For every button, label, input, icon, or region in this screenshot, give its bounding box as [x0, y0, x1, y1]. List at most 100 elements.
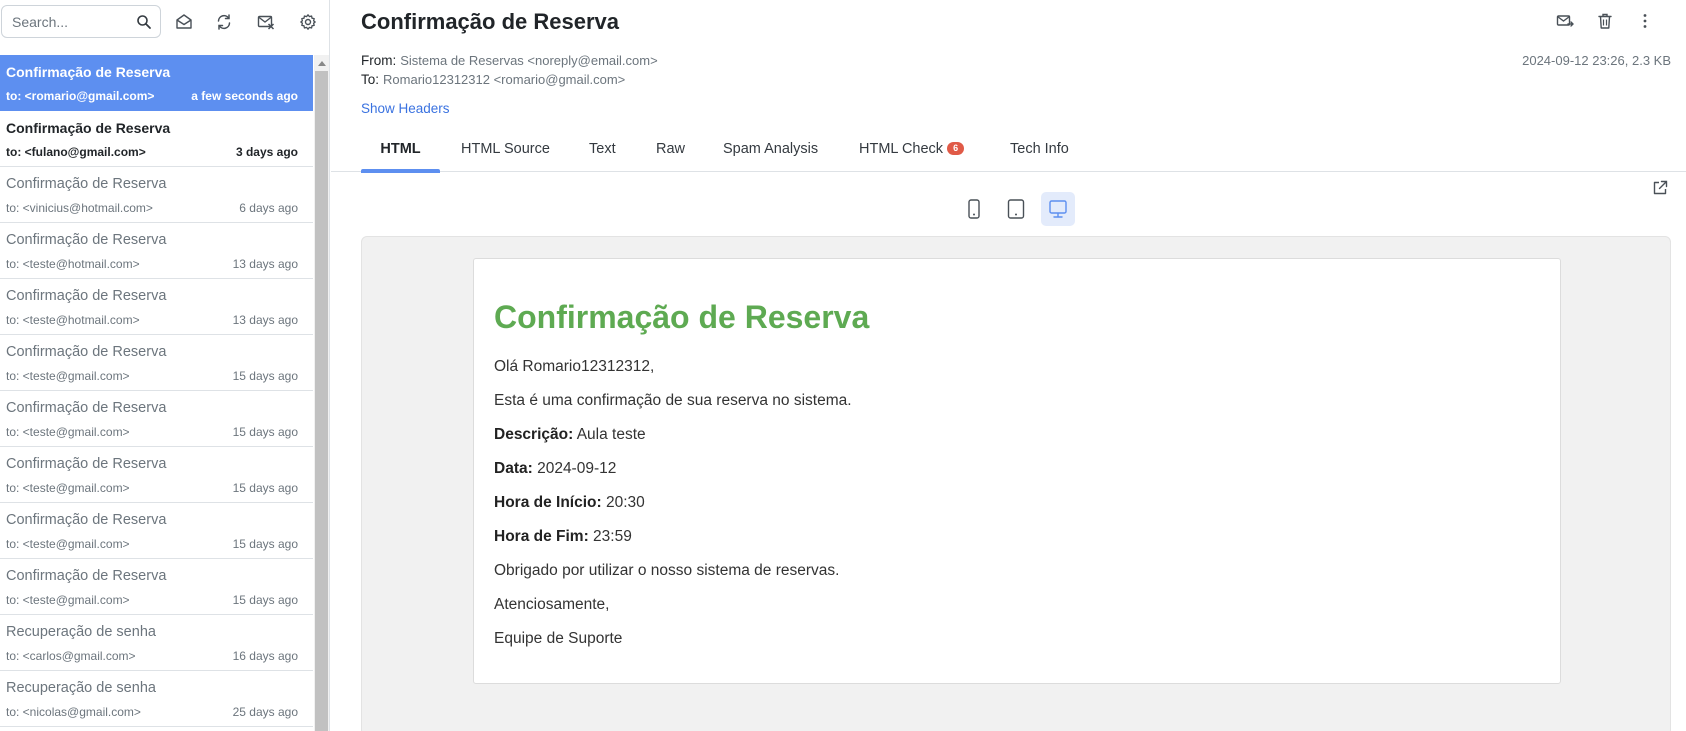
- message-item[interactable]: Confirmação de Reserva to: <teste@gmail.…: [0, 391, 313, 447]
- from-line: From: Sistema de Reservas <noreply@email.…: [361, 53, 658, 68]
- message-recipient: to: <nicolas@gmail.com>: [6, 705, 141, 719]
- tab-html-check-label: HTML Check: [859, 141, 944, 157]
- from-value: Sistema de Reservas <noreply@email.com>: [400, 53, 658, 68]
- message-time: 16 days ago: [232, 649, 298, 663]
- email-signature: Equipe de Suporte: [494, 630, 623, 647]
- message-subject: Recuperação de senha: [6, 680, 156, 696]
- message-recipient: to: <vinicius@hotmail.com>: [6, 201, 153, 215]
- end-time-label: Hora de Fim:: [494, 528, 589, 545]
- release-button[interactable]: [1554, 10, 1576, 32]
- message-item[interactable]: Confirmação de Reserva to: <fulano@gmail…: [0, 111, 313, 167]
- email-body: Confirmação de Reserva Olá Romario123123…: [473, 258, 1561, 684]
- search-input[interactable]: [12, 12, 132, 32]
- message-subject: Confirmação de Reserva: [6, 568, 167, 584]
- message-subject: Confirmação de Reserva: [6, 456, 167, 472]
- message-subject: Confirmação de Reserva: [6, 232, 167, 248]
- sidebar-toolbar: [0, 0, 330, 44]
- message-time: 15 days ago: [232, 593, 298, 607]
- description-value: Aula teste: [576, 426, 646, 443]
- tablet-view-button[interactable]: [999, 192, 1033, 226]
- email-greeting: Olá Romario12312312,: [494, 358, 655, 375]
- scrollbar-thumb[interactable]: [315, 71, 328, 731]
- message-recipient: to: <fulano@gmail.com>: [6, 145, 146, 159]
- gear-icon: [300, 14, 316, 30]
- message-time: 15 days ago: [232, 481, 298, 495]
- delete-all-button[interactable]: [255, 11, 277, 33]
- email-start-time: Hora de Início: 20:30: [494, 494, 645, 512]
- settings-button[interactable]: [297, 11, 319, 33]
- tab-html[interactable]: HTML: [361, 129, 440, 173]
- message-list-scrollbar[interactable]: [314, 55, 329, 731]
- email-intro: Esta é uma confirmação de sua reserva no…: [494, 392, 852, 409]
- phone-icon: [968, 199, 980, 219]
- envelope-open-icon: [176, 14, 192, 29]
- message-item[interactable]: Confirmação de Reserva to: <teste@hotmai…: [0, 279, 313, 335]
- delete-button[interactable]: [1594, 10, 1616, 32]
- message-subject: Confirmação de Reserva: [6, 400, 167, 416]
- message-item[interactable]: Confirmação de Reserva to: <teste@gmail.…: [0, 335, 313, 391]
- scroll-up-arrow-icon[interactable]: [318, 61, 326, 66]
- tab-raw[interactable]: Raw: [656, 129, 685, 172]
- more-options-button[interactable]: [1634, 10, 1656, 32]
- email-date: Data: 2024-09-12: [494, 460, 616, 478]
- message-time: 15 days ago: [232, 425, 298, 439]
- message-subject: Confirmação de Reserva: [6, 344, 167, 360]
- html-check-count-badge: 6: [947, 142, 965, 155]
- desktop-icon: [1049, 200, 1067, 218]
- mark-all-read-button[interactable]: [173, 11, 195, 33]
- open-in-new-window-icon[interactable]: [1651, 179, 1669, 197]
- message-recipient: to: <teste@gmail.com>: [6, 425, 130, 439]
- message-item[interactable]: Confirmação de Reserva to: <teste@hotmai…: [0, 223, 313, 279]
- message-recipient: to: <romario@gmail.com>: [6, 89, 155, 103]
- message-recipient: to: <teste@gmail.com>: [6, 537, 130, 551]
- tab-text[interactable]: Text: [589, 129, 616, 172]
- tab-html-source[interactable]: HTML Source: [461, 129, 550, 172]
- message-subject: Confirmação de Reserva: [6, 176, 167, 192]
- message-item[interactable]: Recuperação de senha to: <nicolas@gmail.…: [0, 671, 313, 727]
- start-time-label: Hora de Início:: [494, 494, 602, 511]
- message-title: Confirmação de Reserva: [361, 9, 619, 34]
- device-preview-toggle: [957, 192, 1075, 226]
- message-item[interactable]: Confirmação de Reserva to: <teste@gmail.…: [0, 503, 313, 559]
- tab-spam-analysis[interactable]: Spam Analysis: [723, 129, 818, 172]
- message-item[interactable]: Confirmação de Reserva to: <teste@gmail.…: [0, 559, 313, 615]
- message-time: 15 days ago: [232, 537, 298, 551]
- refresh-button[interactable]: [213, 11, 235, 33]
- message-time: 13 days ago: [232, 257, 298, 271]
- trash-icon: [1598, 13, 1612, 29]
- date-value: 2024-09-12: [537, 460, 617, 477]
- message-item[interactable]: Confirmação de Reserva to: <vinicius@hot…: [0, 167, 313, 223]
- message-item[interactable]: Confirmação de Reserva to: <teste@gmail.…: [0, 447, 313, 503]
- message-time: 6 days ago: [239, 201, 298, 215]
- tab-html-check[interactable]: HTML Check 6: [859, 129, 965, 172]
- date-label: Data:: [494, 460, 533, 477]
- message-time: 25 days ago: [232, 705, 298, 719]
- message-item[interactable]: Recuperação de senha to: <carlos@gmail.c…: [0, 615, 313, 671]
- message-time: 13 days ago: [232, 313, 298, 327]
- message-actions: [1554, 10, 1656, 34]
- message-recipient: to: <teste@gmail.com>: [6, 369, 130, 383]
- message-subject: Confirmação de Reserva: [6, 288, 167, 304]
- show-headers-link[interactable]: Show Headers: [361, 101, 450, 116]
- message-recipient: to: <teste@gmail.com>: [6, 481, 130, 495]
- tablet-icon: [1007, 199, 1025, 219]
- to-label: To:: [361, 72, 380, 87]
- phone-view-button[interactable]: [957, 192, 991, 226]
- message-time: a few seconds ago: [191, 89, 298, 103]
- message-item[interactable]: Confirmação de Reserva to: <romario@gmai…: [0, 55, 313, 111]
- message-recipient: to: <teste@hotmail.com>: [6, 313, 140, 327]
- search-box[interactable]: [1, 5, 161, 38]
- to-line: To: Romario12312312 <romario@gmail.com>: [361, 72, 625, 87]
- message-time: 15 days ago: [232, 369, 298, 383]
- message-time: 3 days ago: [235, 145, 298, 159]
- refresh-icon: [217, 14, 231, 30]
- email-heading: Confirmação de Reserva: [494, 299, 870, 335]
- email-regards: Atenciosamente,: [494, 596, 610, 613]
- search-icon[interactable]: [136, 14, 152, 30]
- from-label: From:: [361, 53, 397, 68]
- desktop-view-button[interactable]: [1041, 192, 1075, 226]
- view-tabs: HTML HTML Source Text Raw Spam Analysis …: [331, 129, 1686, 173]
- tab-tech-info[interactable]: Tech Info: [1010, 129, 1069, 172]
- end-time-value: 23:59: [593, 528, 632, 545]
- email-end-time: Hora de Fim: 23:59: [494, 528, 632, 546]
